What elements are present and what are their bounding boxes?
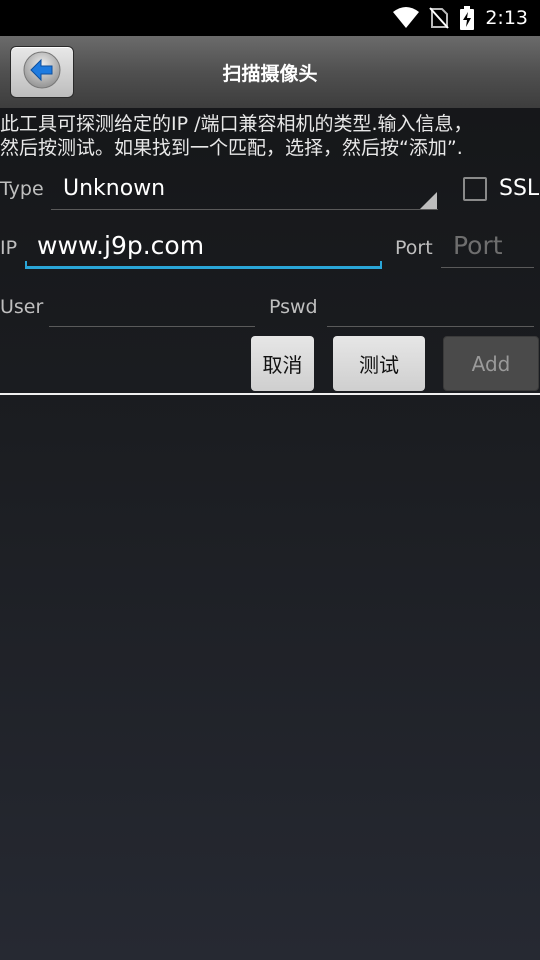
port-input-underline xyxy=(441,267,534,268)
type-spinner-value: Unknown xyxy=(63,176,166,201)
type-spinner-underline xyxy=(51,209,438,210)
clock: 2:13 xyxy=(485,7,528,29)
ip-input[interactable]: www.j9p.com xyxy=(25,228,382,270)
user-label: User xyxy=(0,296,44,318)
ssl-checkbox[interactable] xyxy=(463,177,487,201)
back-button[interactable] xyxy=(10,46,74,98)
pswd-input-underline xyxy=(327,326,534,327)
add-button[interactable]: Add xyxy=(443,336,539,391)
dropdown-arrow-icon xyxy=(419,192,437,210)
battery-charging-icon xyxy=(459,6,475,30)
no-sim-icon xyxy=(429,7,450,29)
pswd-label: Pswd xyxy=(269,296,318,318)
type-spinner[interactable]: Unknown xyxy=(51,170,438,212)
cancel-button[interactable]: 取消 xyxy=(251,336,314,391)
status-bar: 2:13 xyxy=(0,0,540,36)
ip-input-focus-underline xyxy=(25,261,382,269)
port-label: Port xyxy=(395,237,433,259)
ip-label: IP xyxy=(0,237,18,259)
ssl-label: SSL xyxy=(499,176,540,201)
back-arrow-icon xyxy=(22,50,62,94)
results-list xyxy=(0,395,540,960)
instructions-text: 此工具可探测给定的IP /端口兼容相机的类型.输入信息， 然后按测试。如果找到一… xyxy=(0,113,473,159)
title-bar: 扫描摄像头 xyxy=(0,36,540,108)
type-label: Type xyxy=(0,178,44,200)
port-input[interactable]: Port xyxy=(441,228,534,268)
pswd-input[interactable] xyxy=(327,288,534,326)
user-input[interactable] xyxy=(49,288,255,326)
test-button[interactable]: 测试 xyxy=(333,336,425,391)
user-input-underline xyxy=(49,326,255,327)
page-title: 扫描摄像头 xyxy=(222,62,318,85)
wifi-icon xyxy=(393,7,420,29)
